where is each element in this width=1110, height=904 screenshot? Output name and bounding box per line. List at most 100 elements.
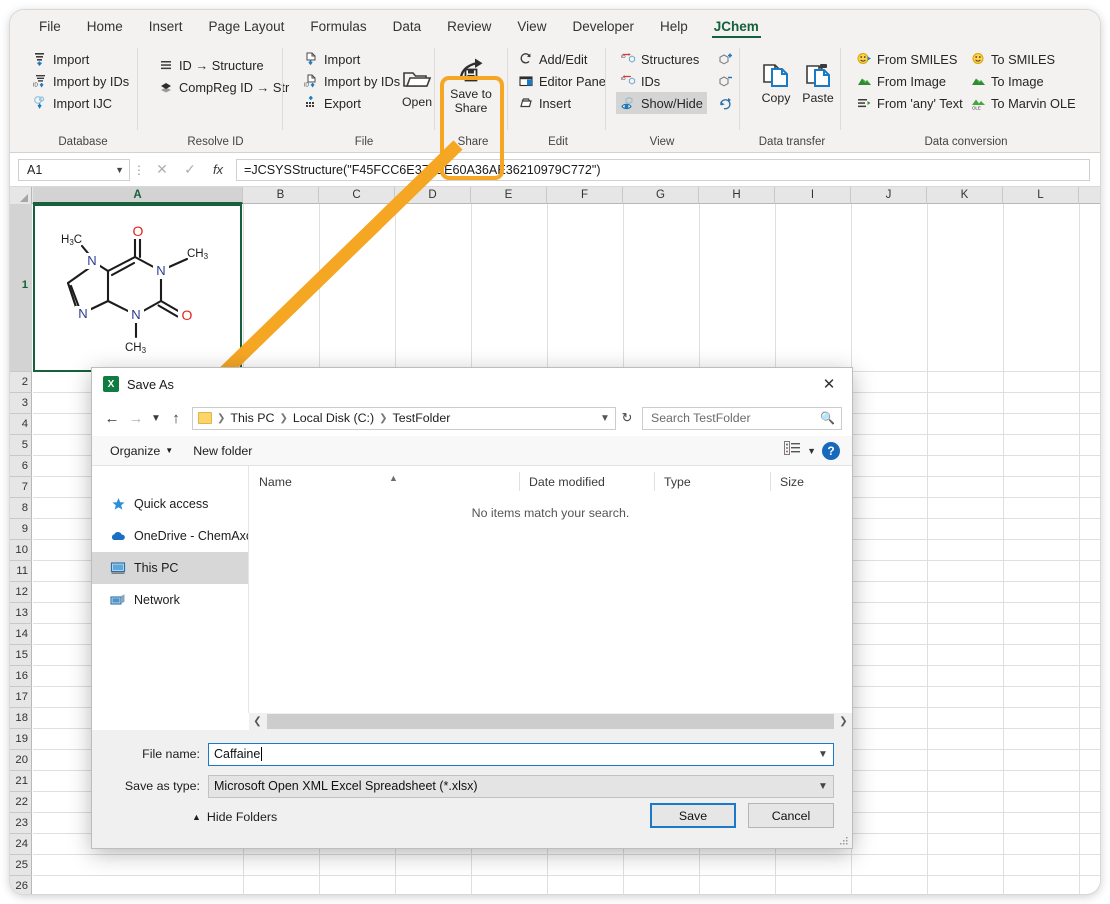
ribbon-tab-insert[interactable]: Insert (136, 16, 196, 40)
ribbon-item-export-file[interactable]: Export (299, 92, 404, 114)
save-button[interactable]: Save (650, 803, 736, 828)
sidebar-item-quick-access[interactable]: Quick access (92, 488, 248, 520)
search-input[interactable]: Search TestFolder 🔍 (642, 407, 842, 430)
row-header-14[interactable]: 14 (10, 624, 32, 645)
scrollbar-thumb[interactable] (267, 714, 834, 729)
row-header-23[interactable]: 23 (10, 813, 32, 834)
sidebar-item-this-pc[interactable]: This PC (92, 552, 248, 584)
row-header-5[interactable]: 5 (10, 435, 32, 456)
ribbon-item-show-hide[interactable]: Show/Hide (616, 92, 707, 114)
filetype-select[interactable]: Microsoft Open XML Excel Spreadsheet (*.… (208, 775, 834, 798)
chevron-down-icon[interactable]: ▼ (115, 165, 124, 175)
file-list-pane[interactable]: Name ▲ Date modified Type Size (249, 466, 852, 713)
ribbon-tab-formulas[interactable]: Formulas (297, 16, 379, 40)
row-header-15[interactable]: 15 (10, 645, 32, 666)
breadcrumb-testfolder[interactable]: TestFolder (390, 411, 454, 425)
column-header-type[interactable]: Type (654, 472, 770, 494)
ribbon-tab-view[interactable]: View (504, 16, 559, 40)
ribbon-tab-developer[interactable]: Developer (559, 16, 647, 40)
ribbon-item-from-image[interactable]: From Image (852, 70, 967, 92)
row-header-17[interactable]: 17 (10, 687, 32, 708)
save-to-share-button[interactable]: Save to Share (444, 54, 498, 115)
back-arrow-icon[interactable]: ← (100, 406, 124, 430)
help-icon[interactable]: ? (822, 442, 840, 460)
paste-button[interactable]: Paste (791, 58, 845, 106)
ribbon-tab-page-layout[interactable]: Page Layout (196, 16, 298, 40)
ribbon-tab-data[interactable]: Data (380, 16, 435, 40)
ribbon-item-to-marvin-ole[interactable]: OLE To Marvin OLE (966, 92, 1080, 114)
column-header-G[interactable]: G (623, 187, 699, 204)
column-header-E[interactable]: E (471, 187, 547, 204)
ribbon-tab-home[interactable]: Home (74, 16, 136, 40)
column-header-date-modified[interactable]: Date modified (519, 472, 654, 494)
filename-input[interactable]: Caffaine ▼ (208, 743, 834, 766)
ribbon-item-id-to-structure[interactable]: ID → Structure (154, 54, 293, 76)
row-header-4[interactable]: 4 (10, 414, 32, 435)
forward-arrow-icon[interactable]: → (124, 406, 148, 430)
ribbon-item-ids[interactable]: ID IDs (616, 70, 707, 92)
row-header-13[interactable]: 13 (10, 603, 32, 624)
column-header-K[interactable]: K (927, 187, 1003, 204)
ribbon-item-import-ijc[interactable]: Import IJC (28, 92, 133, 114)
row-header-7[interactable]: 7 (10, 477, 32, 498)
cell-A1[interactable]: N N N N O O H3C CH3 CH3 (33, 204, 242, 372)
row-header-11[interactable]: 11 (10, 561, 32, 582)
formula-bar-expand-dots[interactable]: ⋮ (130, 163, 148, 177)
ribbon-item-refresh-structures[interactable] (714, 92, 738, 114)
formula-input[interactable]: =JCSYSStructure("F45FCC6E371EE60A36AE362… (236, 159, 1090, 181)
refresh-icon[interactable]: ↻ (616, 410, 638, 426)
ribbon-item-import-by-ids-file[interactable]: ID Import by IDs (299, 70, 404, 92)
cancel-icon[interactable]: ✕ (148, 161, 176, 178)
column-header-I[interactable]: I (775, 187, 851, 204)
chevron-down-icon[interactable]: ▼ (813, 749, 833, 760)
row-header-12[interactable]: 12 (10, 582, 32, 603)
row-header-3[interactable]: 3 (10, 393, 32, 414)
row-header-19[interactable]: 19 (10, 729, 32, 750)
row-header-24[interactable]: 24 (10, 834, 32, 855)
row-header-21[interactable]: 21 (10, 771, 32, 792)
ribbon-item-from-any-text[interactable]: From 'any' Text (852, 92, 967, 114)
row-header-10[interactable]: 10 (10, 540, 32, 561)
ribbon-item-structures[interactable]: ID Structures (616, 48, 707, 70)
ribbon-item-import-by-ids-db[interactable]: ID Import by IDs (28, 70, 133, 92)
sidebar-item-network[interactable]: Network (92, 584, 248, 616)
scroll-left-icon[interactable]: ❮ (249, 716, 266, 727)
breadcrumb-this-pc[interactable]: This PC (227, 411, 277, 425)
column-header-B[interactable]: B (243, 187, 319, 204)
row-header-6[interactable]: 6 (10, 456, 32, 477)
ribbon-item-to-image[interactable]: To Image (966, 70, 1080, 92)
cancel-button[interactable]: Cancel (748, 803, 834, 828)
ribbon-item-editor-pane[interactable]: Editor Pane (514, 70, 610, 92)
column-header-J[interactable]: J (851, 187, 927, 204)
view-layout-dropdown-icon[interactable]: ▼ (807, 446, 816, 456)
row-header-16[interactable]: 16 (10, 666, 32, 687)
ribbon-tab-file[interactable]: File (26, 16, 74, 40)
ribbon-item-import-db[interactable]: Import (28, 48, 133, 70)
column-header-H[interactable]: H (699, 187, 775, 204)
column-header-F[interactable]: F (547, 187, 623, 204)
row-header-20[interactable]: 20 (10, 750, 32, 771)
column-header-A[interactable]: A (33, 187, 243, 204)
address-bar[interactable]: ❯ This PC ❯ Local Disk (C:) ❯ TestFolder… (192, 407, 616, 430)
column-header-M[interactable]: M (1079, 187, 1100, 204)
fx-icon[interactable]: fx (204, 162, 232, 177)
file-list-horizontal-scrollbar[interactable]: ❮ ❯ (249, 713, 852, 730)
up-arrow-icon[interactable]: ↑ (164, 406, 188, 430)
organize-button[interactable]: Organize ▼ (100, 444, 183, 458)
ribbon-item-from-smiles[interactable]: From SMILES (852, 48, 967, 70)
confirm-icon[interactable]: ✓ (176, 161, 204, 178)
resize-grip[interactable] (839, 836, 849, 846)
ribbon-item-hexagon-plus[interactable] (714, 48, 738, 70)
hide-folders-toggle[interactable]: ▲ Hide Folders (192, 810, 277, 824)
column-header-L[interactable]: L (1003, 187, 1079, 204)
recent-locations-icon[interactable]: ▼ (148, 406, 164, 430)
ribbon-item-add-edit[interactable]: Add/Edit (514, 48, 610, 70)
ribbon-item-hexagon-minus[interactable] (714, 70, 738, 92)
row-header-18[interactable]: 18 (10, 708, 32, 729)
column-header-name[interactable]: Name ▲ (249, 472, 519, 494)
ribbon-tab-help[interactable]: Help (647, 16, 701, 40)
new-folder-button[interactable]: New folder (183, 444, 262, 458)
name-box[interactable]: A1 ▼ (18, 159, 130, 181)
row-header-25[interactable]: 25 (10, 855, 32, 876)
ribbon-item-import-file[interactable]: Import (299, 48, 404, 70)
